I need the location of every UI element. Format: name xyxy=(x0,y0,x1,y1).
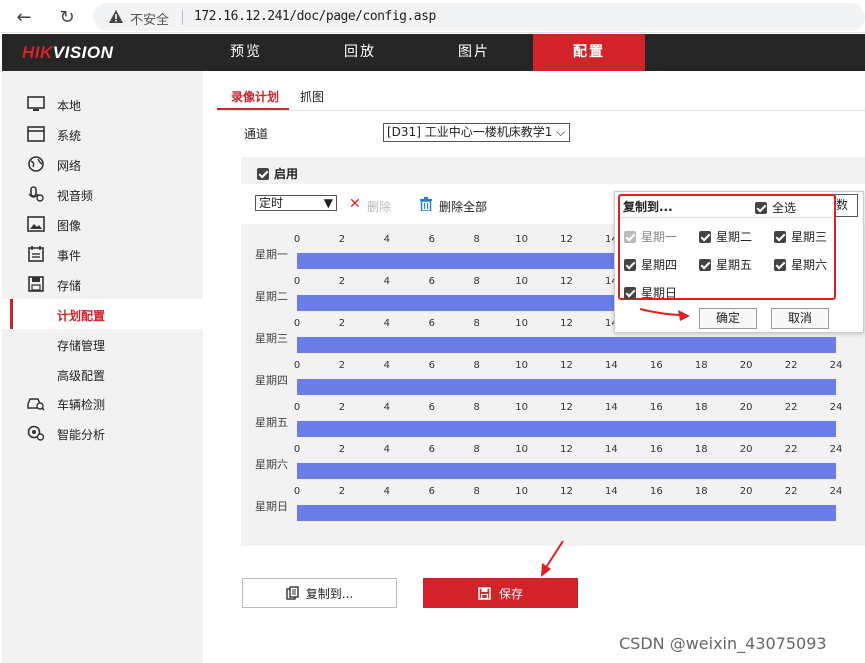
arrow-to-ok xyxy=(639,308,684,316)
watermark: CSDN @weixin_43075093 xyxy=(619,634,827,653)
arrowhead-save xyxy=(541,563,551,577)
arrow-to-save xyxy=(544,540,564,570)
annotation-arrows xyxy=(541,308,690,577)
arrowhead-ok xyxy=(678,310,690,321)
